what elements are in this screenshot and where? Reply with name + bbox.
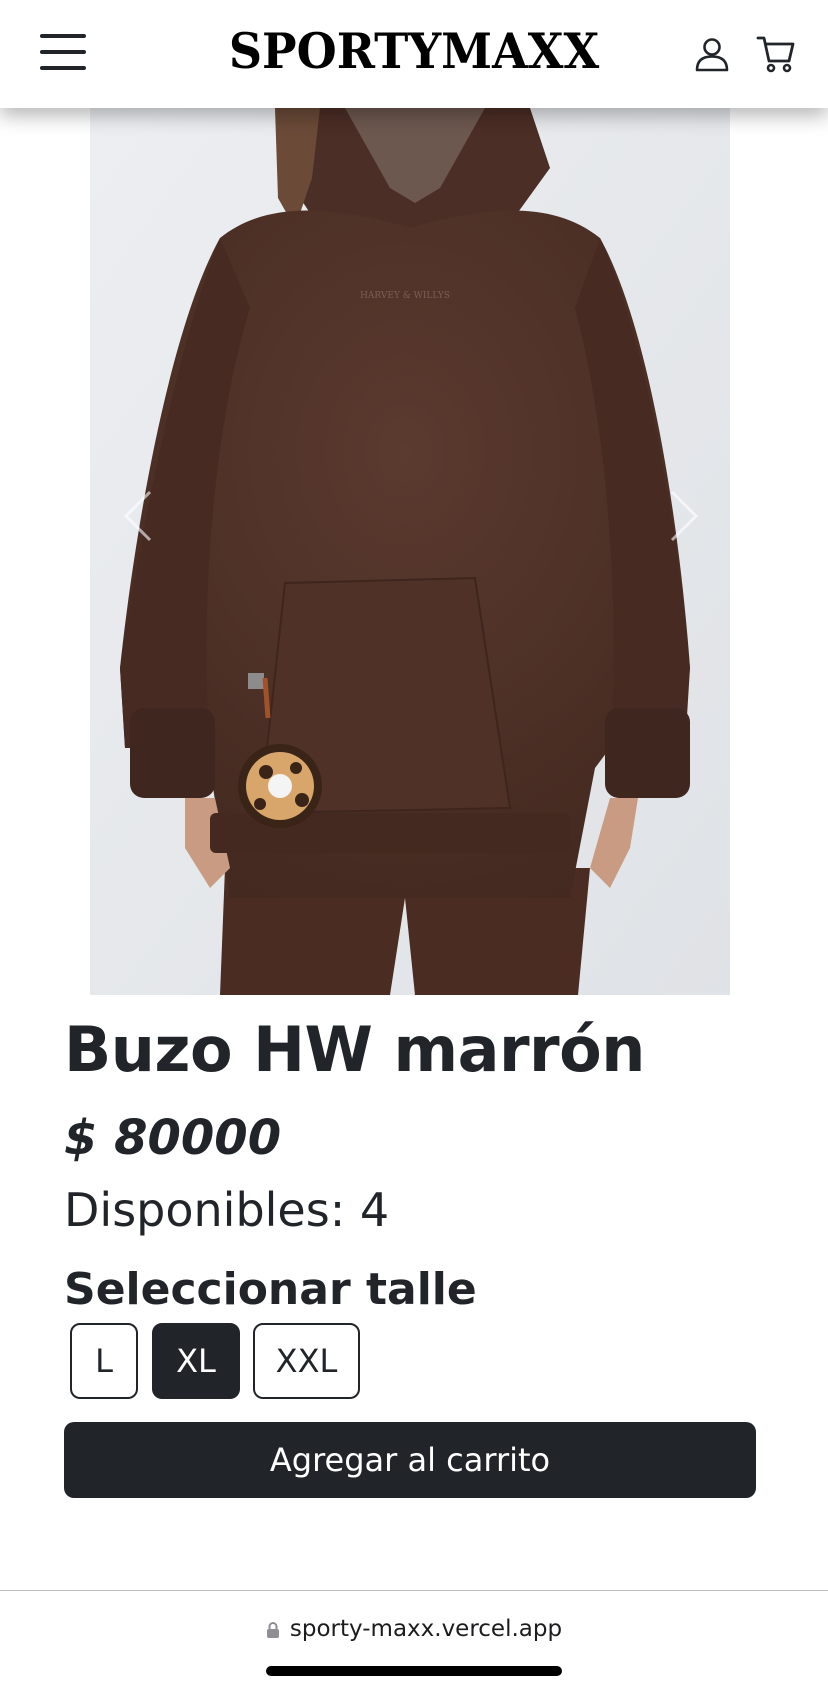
stock-value: 4	[359, 1183, 390, 1237]
carousel-prev-icon[interactable]	[118, 486, 158, 546]
brand-logo-text: SPORTYMAXX	[228, 22, 600, 80]
product-price: $ 80000	[64, 1110, 282, 1166]
url-text: sporty-maxx.vercel.app	[289, 1616, 563, 1642]
size-option-xxl[interactable]: XXL	[253, 1323, 360, 1399]
site-header: SPORTYMAXX	[0, 0, 828, 108]
carousel-next-icon[interactable]	[664, 486, 704, 546]
product-page: SPORTYMAXX HARVEY & WILLYS Buzo HW marró…	[0, 0, 828, 1694]
product-image-carousel: HARVEY & WILLYS	[90, 108, 730, 995]
size-option-l[interactable]: L	[70, 1323, 138, 1399]
product-photo: HARVEY & WILLYS	[90, 108, 730, 995]
user-icon[interactable]	[694, 36, 730, 72]
add-to-cart-button[interactable]: Agregar al carrito	[64, 1422, 756, 1498]
size-selector-heading: Seleccionar talle	[64, 1264, 477, 1315]
stock-label: Disponibles:	[64, 1183, 346, 1237]
browser-address-bar: sporty-maxx.vercel.app	[0, 1590, 828, 1694]
cart-icon[interactable]	[756, 34, 796, 74]
chest-print-text: HARVEY & WILLYS	[360, 291, 450, 301]
size-option-xl[interactable]: XL	[152, 1323, 240, 1399]
home-indicator[interactable]	[266, 1666, 562, 1676]
lock-icon	[266, 1622, 279, 1638]
product-title: Buzo HW marrón	[64, 1013, 645, 1086]
stock-availability: Disponibles: 4	[64, 1180, 389, 1240]
url-display[interactable]: sporty-maxx.vercel.app	[0, 1613, 828, 1645]
